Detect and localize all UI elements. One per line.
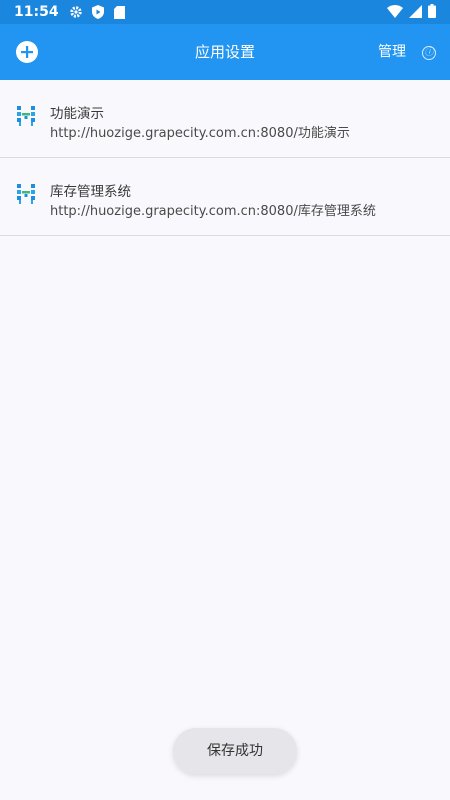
manage-button[interactable]: 管理 (378, 24, 406, 80)
huozige-logo-icon (17, 184, 35, 204)
app-list: 功能演示 http://huozige.grapecity.com.cn:808… (0, 80, 450, 236)
toast-message: 保存成功 (173, 728, 297, 774)
app-url: http://huozige.grapecity.com.cn:8080/功能演… (50, 126, 350, 141)
status-bar: 11:54 (0, 0, 450, 24)
battery-icon (428, 3, 436, 22)
app-name: 功能演示 (50, 106, 104, 122)
wifi-icon (387, 3, 403, 22)
list-item[interactable]: 库存管理系统 http://huozige.grapecity.com.cn:8… (0, 158, 450, 236)
list-item[interactable]: 功能演示 http://huozige.grapecity.com.cn:808… (0, 80, 450, 158)
settings-gear-icon (69, 5, 83, 19)
signal-icon (409, 3, 422, 22)
status-time: 11:54 (14, 4, 59, 20)
shield-icon (91, 5, 105, 19)
app-bar: 应用设置 管理 ⓘ (0, 24, 450, 80)
sd-card-icon (113, 5, 127, 19)
app-url: http://huozige.grapecity.com.cn:8080/库存管… (50, 204, 376, 219)
plus-circle-icon (21, 46, 33, 58)
huozige-logo-icon (17, 106, 35, 126)
info-icon[interactable]: ⓘ (422, 46, 436, 60)
app-name: 库存管理系统 (50, 184, 131, 200)
add-app-button[interactable] (16, 41, 38, 63)
